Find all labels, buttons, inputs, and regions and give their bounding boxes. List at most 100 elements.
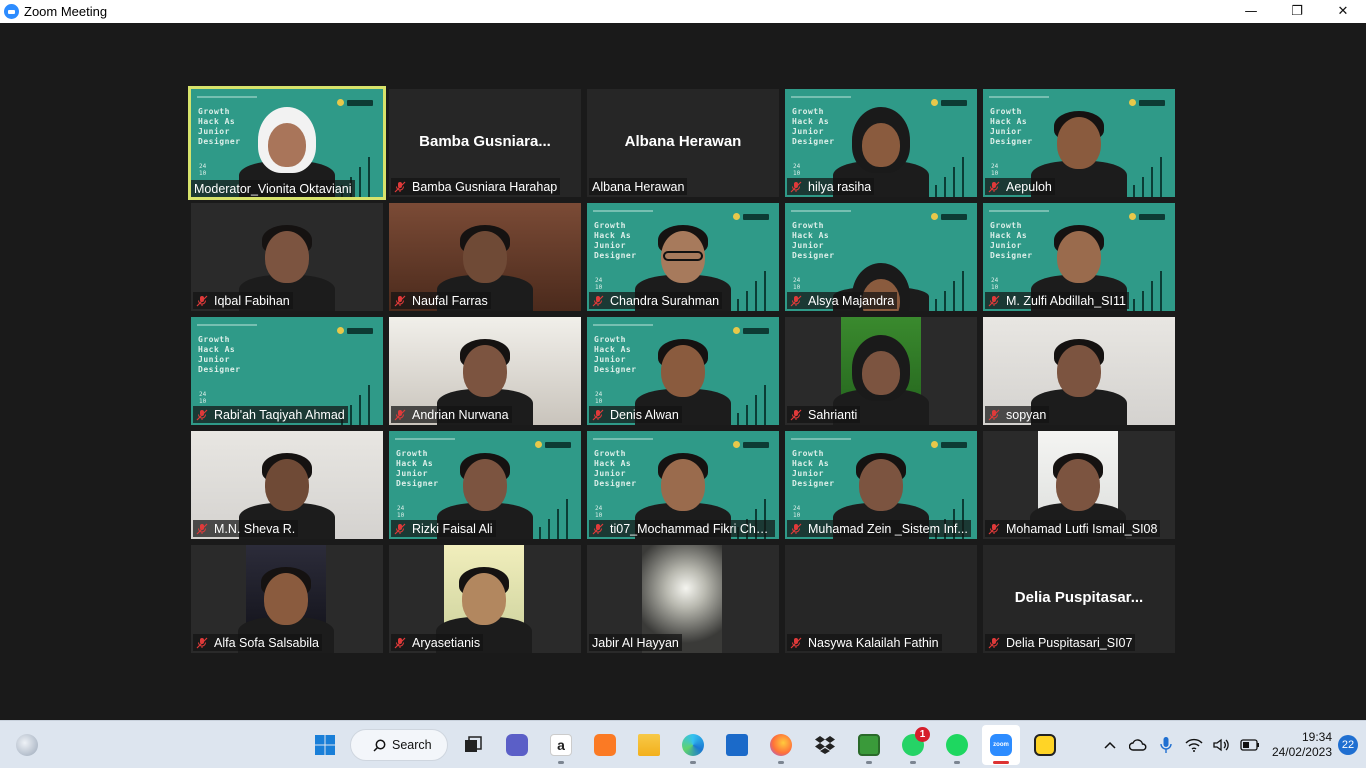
participant-tile[interactable]: Growth Hack As Junior Designer 24 10 Denis Alw… [587, 317, 779, 425]
norton-button[interactable] [1026, 725, 1064, 765]
person-face [862, 351, 900, 395]
dropbox-button[interactable] [806, 725, 844, 765]
store-button[interactable] [718, 725, 756, 765]
participant-name-label: Moderator_Vionita Oktaviani [191, 180, 355, 197]
microphone-button[interactable] [1154, 733, 1178, 757]
glasses [663, 251, 703, 261]
edge-button[interactable] [674, 725, 712, 765]
start-button[interactable] [306, 725, 344, 765]
slide-numbers: 24 10 [991, 163, 998, 177]
participant-tile[interactable]: Growth Hack As Junior Designer 24 10 Alsya Maj… [785, 203, 977, 311]
xampp-button[interactable] [586, 725, 624, 765]
slide-chart-bar [953, 281, 955, 311]
notification-count-badge[interactable]: 22 [1338, 735, 1358, 755]
participant-name: Moderator_Vionita Oktaviani [194, 181, 352, 196]
slide-numbers: 24 10 [595, 277, 602, 291]
slide-chart-bar [746, 405, 748, 425]
participant-tile[interactable]: Growth Hack As Junior Designer 24 10 Rabi'ah T… [191, 317, 383, 425]
slide-number: 24 [199, 391, 207, 398]
spotify-button[interactable] [938, 725, 976, 765]
participant-tile[interactable]: Aryasetianis [389, 545, 581, 653]
logo-mark [545, 441, 571, 448]
teams-button[interactable] [498, 725, 536, 765]
minimize-button[interactable]: — [1228, 0, 1274, 23]
slide-chart-bar [350, 405, 352, 425]
participant-name: Aepuloh [1006, 179, 1052, 194]
logo-mark [743, 327, 769, 334]
slide-line: Designer [198, 365, 241, 374]
search-icon [373, 739, 386, 752]
person-face [268, 123, 306, 167]
participant-tile[interactable]: Iqbal Fabihan [191, 203, 383, 311]
participant-name: Rizki Faisal Ali [412, 521, 493, 536]
participant-center-name: Albana Herawan [624, 133, 742, 150]
wifi-button[interactable] [1182, 733, 1206, 757]
logo-mark [743, 441, 769, 448]
battery-button[interactable] [1238, 733, 1262, 757]
whatsapp-button[interactable]: 1 [894, 725, 932, 765]
onedrive-button[interactable] [1126, 733, 1150, 757]
slide-number: 24 [991, 277, 999, 284]
show-hidden-icons-button[interactable] [1098, 733, 1122, 757]
close-button[interactable]: ✕ [1320, 0, 1366, 23]
taskbar-search[interactable]: Search [350, 729, 448, 761]
dropbox-icon [815, 736, 835, 754]
participant-tile[interactable]: Sahrianti [785, 317, 977, 425]
running-indicator [910, 761, 916, 764]
running-indicator [690, 761, 696, 764]
participant-name: Jabir Al Hayyan [592, 635, 679, 650]
participant-tile[interactable]: Bamba Gusniara... Bamba Gusniara Harahap [389, 89, 581, 197]
participant-tile[interactable]: M.N. Sheva R. [191, 431, 383, 539]
participant-tile[interactable]: Andrian Nurwana [389, 317, 581, 425]
participant-tile[interactable]: Growth Hack As Junior Designer 24 10 Muhamad Z… [785, 431, 977, 539]
clock[interactable]: 19:34 24/02/2023 [1272, 730, 1332, 760]
firefox-button[interactable] [762, 725, 800, 765]
volume-button[interactable] [1210, 733, 1234, 757]
muted-mic-icon [592, 295, 604, 306]
participant-tile[interactable]: sopyan [983, 317, 1175, 425]
participant-tile[interactable]: Alfa Sofa Salsabila [191, 545, 383, 653]
slide-title: Growth Hack As Junior Designer [198, 335, 241, 375]
participant-tile[interactable]: Growth Hack As Junior Designer 24 10 Chandra S… [587, 203, 779, 311]
participant-tile[interactable]: Growth Hack As Junior Designer 24 10 Rizki Fai… [389, 431, 581, 539]
slide-numbers: 24 10 [397, 505, 404, 519]
gallery-grid: Growth Hack As Junior Designer 24 10 Moderator… [188, 86, 1175, 653]
participant-tile[interactable]: Jabir Al Hayyan [587, 545, 779, 653]
participant-tile[interactable]: Growth Hack As Junior Designer 24 10 ti07_Moch… [587, 431, 779, 539]
slide-chart-bar [557, 509, 559, 539]
participant-name: Sahrianti [808, 407, 858, 422]
slide-decoration [197, 324, 257, 326]
notepad-button[interactable] [850, 725, 888, 765]
weather-icon[interactable] [16, 734, 38, 756]
slide-chart-bar [1160, 157, 1162, 197]
participant-tile[interactable]: Growth Hack As Junior Designer 24 10 Moderator… [188, 86, 386, 200]
slide-numbers: 24 10 [793, 505, 800, 519]
slide-chart-bar [953, 167, 955, 197]
slide-chart-bar [764, 271, 766, 311]
logo-mark [347, 327, 373, 334]
file-explorer-button[interactable] [630, 725, 668, 765]
person-face [463, 459, 507, 511]
participant-name-label: ti07_Mochammad Fikri Cha... [589, 520, 775, 537]
participant-tile[interactable]: Nasywa Kalailah Fathin [785, 545, 977, 653]
zoom-button[interactable]: zoom [982, 725, 1020, 765]
participant-name-label: Albana Herawan [589, 178, 688, 195]
slide-number: 10 [595, 512, 603, 519]
person-face [463, 231, 507, 283]
muted-mic-icon [790, 409, 802, 420]
person-face [1056, 459, 1100, 511]
participant-tile[interactable]: Growth Hack As Junior Designer 24 10 hilya ras… [785, 89, 977, 197]
participant-tile[interactable]: Naufal Farras [389, 203, 581, 311]
participant-tile[interactable]: Growth Hack As Junior Designer 24 10 Aepuloh [983, 89, 1175, 197]
amazon-button[interactable]: a [542, 725, 580, 765]
zoom-app-icon [4, 4, 19, 19]
muted-mic-icon [988, 181, 1000, 192]
slide-number: 10 [199, 398, 207, 405]
participant-tile[interactable]: Albana Herawan Albana Herawan [587, 89, 779, 197]
participant-tile[interactable]: Delia Puspitasar... Delia Puspitasari_SI0… [983, 545, 1175, 653]
task-view-button[interactable] [454, 725, 492, 765]
muted-mic-icon [394, 295, 406, 306]
participant-tile[interactable]: Mohamad Lutfi Ismail_SI08 [983, 431, 1175, 539]
maximize-button[interactable]: ❐ [1274, 0, 1320, 23]
participant-tile[interactable]: Growth Hack As Junior Designer 24 10 M. Zulfi … [983, 203, 1175, 311]
